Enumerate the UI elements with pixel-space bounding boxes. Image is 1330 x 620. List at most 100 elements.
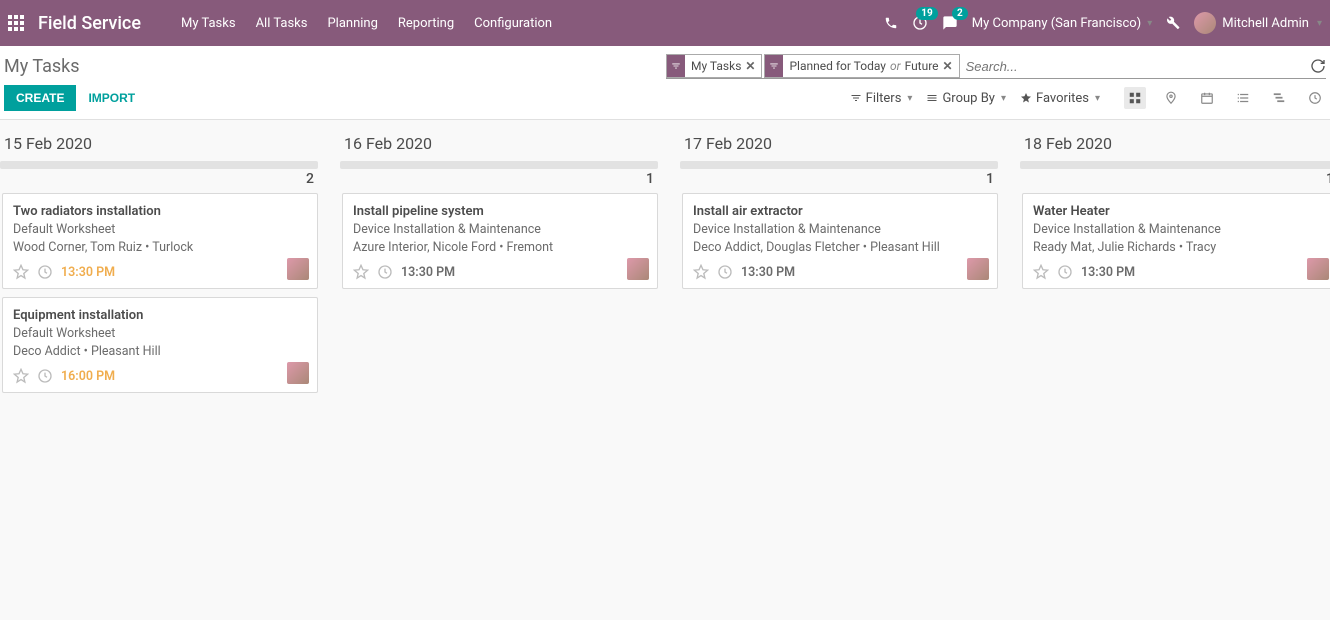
task-card[interactable]: Install pipeline system Device Installat…: [342, 193, 658, 289]
assignee-avatar[interactable]: [627, 258, 649, 280]
close-icon[interactable]: ✕: [943, 59, 953, 73]
chevron-down-icon: ▾: [1317, 18, 1322, 29]
card-title: Water Heater: [1033, 204, 1327, 219]
clock-icon[interactable]: [717, 264, 733, 280]
activity-icon[interactable]: 19: [912, 15, 928, 31]
debug-icon[interactable]: [1166, 16, 1180, 30]
card-subtitle: Device Installation & Maintenance: [353, 221, 647, 239]
assignee-avatar[interactable]: [287, 258, 309, 280]
kanban-view-icon[interactable]: [1124, 87, 1146, 109]
column-progress: [0, 161, 318, 169]
card-time: 13:30 PM: [61, 265, 115, 280]
favorites-dropdown[interactable]: Favorites ▾: [1020, 91, 1100, 106]
card-customer: Wood Corner, Tom Ruiz • Turlock: [13, 239, 307, 257]
chevron-down-icon: ▾: [907, 93, 912, 104]
favorites-label: Favorites: [1036, 91, 1089, 106]
card-time: 16:00 PM: [61, 369, 115, 384]
apps-icon[interactable]: [8, 15, 24, 31]
nav-menu: My Tasks All Tasks Planning Reporting Co…: [181, 16, 552, 31]
card-title: Two radiators installation: [13, 204, 307, 219]
card-customer: Deco Addict, Douglas Fletcher • Pleasant…: [693, 239, 987, 257]
filter-bar: Filters▾ Group By ▾ Favorites ▾: [850, 91, 1100, 106]
task-card[interactable]: Two radiators installation Default Works…: [2, 193, 318, 289]
gantt-view-icon[interactable]: [1268, 87, 1290, 109]
view-switcher: [1124, 87, 1326, 109]
messages-icon[interactable]: 2: [942, 15, 958, 31]
app-title[interactable]: Field Service: [38, 13, 141, 34]
phone-icon[interactable]: [884, 16, 898, 30]
column-title[interactable]: 15 Feb 2020: [0, 134, 318, 157]
company-label: My Company (San Francisco): [972, 16, 1141, 31]
nav-planning[interactable]: Planning: [327, 16, 377, 31]
star-icon[interactable]: [353, 264, 369, 280]
task-card[interactable]: Equipment installation Default Worksheet…: [2, 297, 318, 393]
breadcrumb: My Tasks: [4, 56, 80, 77]
chevron-down-icon: ▾: [1147, 18, 1152, 29]
column-title[interactable]: 16 Feb 2020: [340, 134, 658, 157]
kanban-column: 18 Feb 2020 1 Water Heater Device Instal…: [1020, 134, 1330, 401]
column-progress: [680, 161, 998, 169]
column-count: 1: [340, 171, 658, 193]
clock-icon[interactable]: [1057, 264, 1073, 280]
user-menu[interactable]: Mitchell Admin ▾: [1194, 12, 1322, 34]
card-customer: Deco Addict • Pleasant Hill: [13, 343, 307, 361]
clock-icon[interactable]: [37, 368, 53, 384]
filters-dropdown[interactable]: Filters▾: [850, 91, 913, 106]
column-progress: [1020, 161, 1330, 169]
assignee-avatar[interactable]: [287, 362, 309, 384]
nav-my-tasks[interactable]: My Tasks: [181, 16, 236, 31]
company-switcher[interactable]: My Company (San Francisco) ▾: [972, 16, 1152, 31]
chevron-down-icon: ▾: [1001, 93, 1006, 104]
column-count: 2: [0, 171, 318, 193]
card-footer: 13:30 PM: [13, 264, 307, 280]
card-footer: 13:30 PM: [1033, 264, 1327, 280]
groupby-dropdown[interactable]: Group By ▾: [926, 91, 1006, 106]
column-progress: [340, 161, 658, 169]
activity-badge: 19: [916, 7, 937, 20]
star-icon[interactable]: [693, 264, 709, 280]
control-panel: My Tasks My Tasks✕ Planned for Today or …: [0, 46, 1330, 120]
column-title[interactable]: 17 Feb 2020: [680, 134, 998, 157]
nav-reporting[interactable]: Reporting: [398, 16, 454, 31]
kanban-column: 15 Feb 2020 2 Two radiators installation…: [0, 134, 318, 401]
search-input[interactable]: [962, 55, 1304, 78]
clock-icon[interactable]: [377, 264, 393, 280]
assignee-avatar[interactable]: [1307, 258, 1329, 280]
assignee-avatar[interactable]: [967, 258, 989, 280]
card-customer: Azure Interior, Nicole Ford • Fremont: [353, 239, 647, 257]
card-time: 13:30 PM: [1081, 265, 1135, 280]
nav-all-tasks[interactable]: All Tasks: [256, 16, 308, 31]
column-title[interactable]: 18 Feb 2020: [1020, 134, 1330, 157]
import-button[interactable]: IMPORT: [88, 91, 135, 105]
card-time: 13:30 PM: [741, 265, 795, 280]
calendar-view-icon[interactable]: [1196, 87, 1218, 109]
column-count: 1: [1020, 171, 1330, 193]
task-card[interactable]: Water Heater Device Installation & Maint…: [1022, 193, 1330, 289]
facet-label: Planned for Today: [789, 59, 886, 73]
card-subtitle: Default Worksheet: [13, 325, 307, 343]
search-facet[interactable]: Planned for Today or Future ✕: [764, 54, 959, 78]
task-card[interactable]: Install air extractor Device Installatio…: [682, 193, 998, 289]
star-icon[interactable]: [13, 264, 29, 280]
card-footer: 13:30 PM: [353, 264, 647, 280]
close-icon[interactable]: ✕: [745, 59, 755, 73]
topbar-right: 19 2 My Company (San Francisco) ▾ Mitche…: [884, 12, 1322, 34]
refresh-icon[interactable]: [1310, 58, 1326, 74]
activity-view-icon[interactable]: [1304, 87, 1326, 109]
search-facet[interactable]: My Tasks✕: [666, 54, 762, 78]
user-label: Mitchell Admin: [1222, 16, 1309, 31]
star-icon[interactable]: [1033, 264, 1049, 280]
clock-icon[interactable]: [37, 264, 53, 280]
facet-label: Future: [905, 59, 939, 73]
kanban-column: 17 Feb 2020 1 Install air extractor Devi…: [680, 134, 998, 401]
chevron-down-icon: ▾: [1095, 93, 1100, 104]
card-subtitle: Device Installation & Maintenance: [693, 221, 987, 239]
nav-configuration[interactable]: Configuration: [474, 16, 552, 31]
create-button[interactable]: CREATE: [4, 85, 76, 111]
card-title: Install pipeline system: [353, 204, 647, 219]
star-icon[interactable]: [13, 368, 29, 384]
card-customer: Ready Mat, Julie Richards • Tracy: [1033, 239, 1327, 257]
map-view-icon[interactable]: [1160, 87, 1182, 109]
groupby-label: Group By: [942, 91, 995, 106]
list-view-icon[interactable]: [1232, 87, 1254, 109]
